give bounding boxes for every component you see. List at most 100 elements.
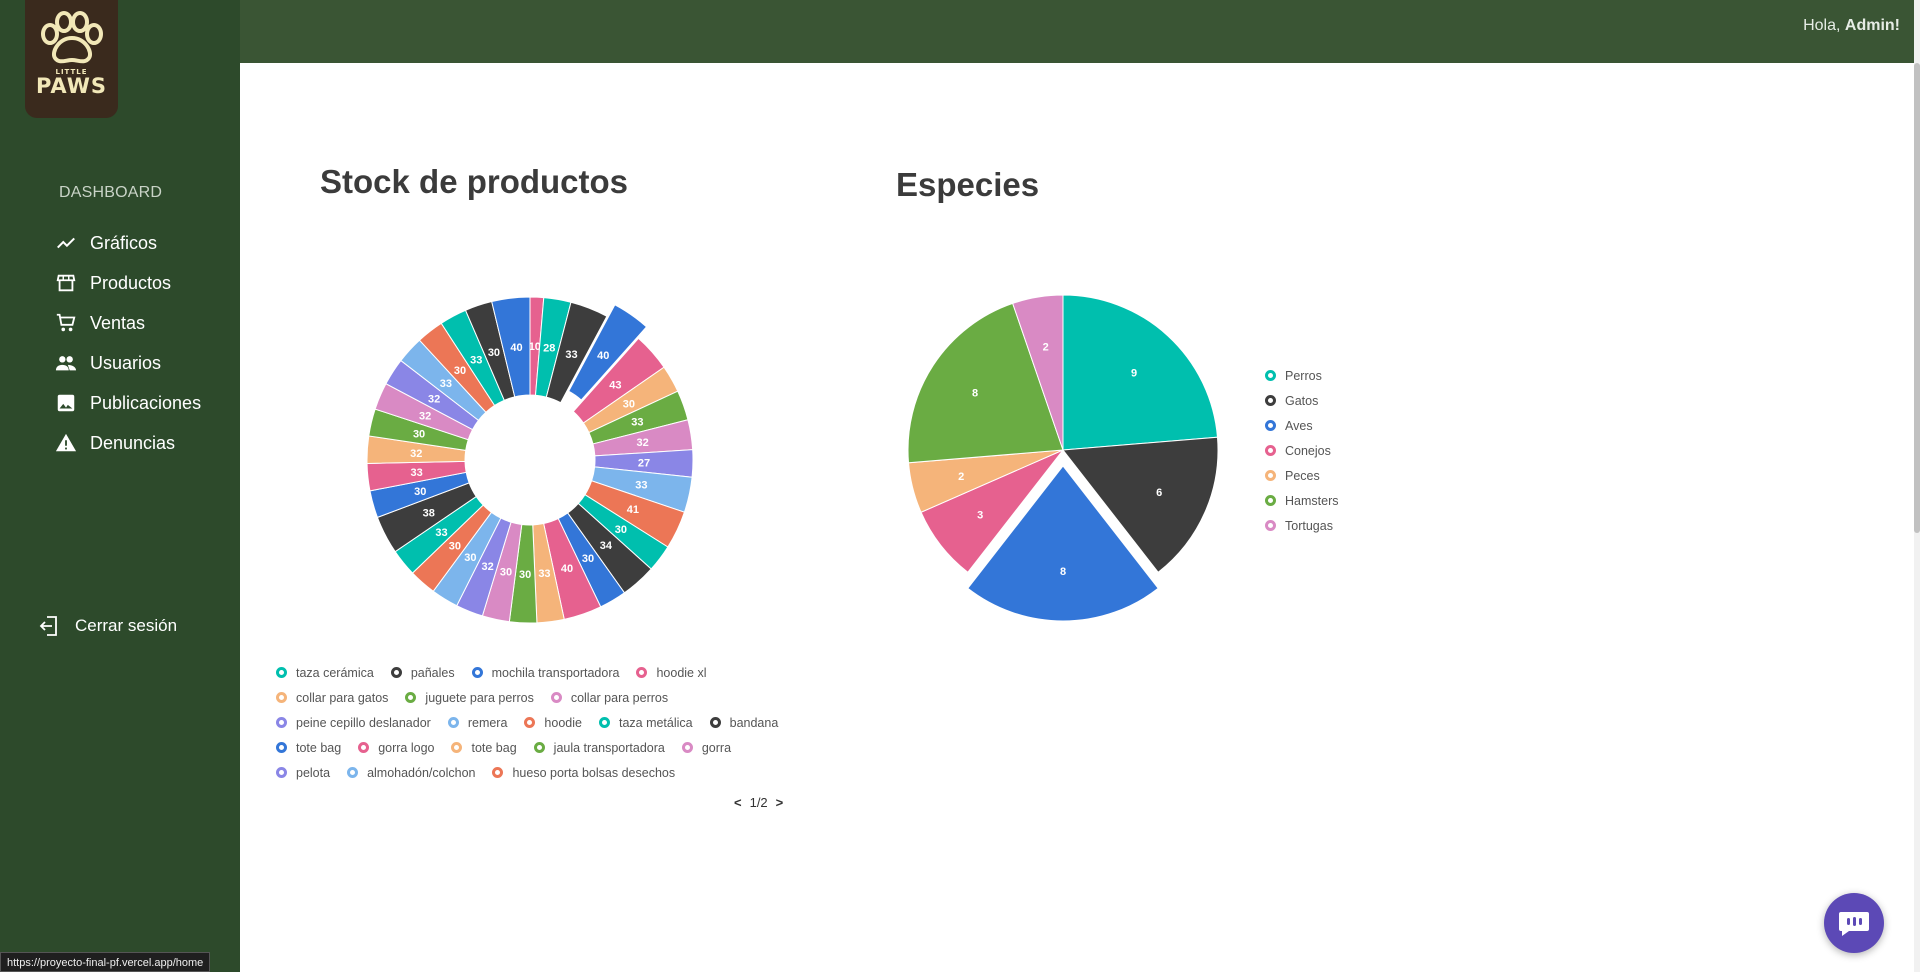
stock-legend-item[interactable]: taza metálica xyxy=(598,714,693,731)
legend-swatch-icon xyxy=(524,717,536,728)
sidebar-item-label: Gráficos xyxy=(90,232,158,253)
stock-legend-item[interactable]: hoodie xyxy=(524,714,582,731)
stock-legend: taza cerámica pañales mochila transportado… xyxy=(276,664,816,781)
stock-legend-item[interactable]: juguete para perros xyxy=(405,689,534,706)
stock-legend-item[interactable]: jaula transportadora xyxy=(533,739,665,756)
stock-legend-item[interactable]: tote bag xyxy=(451,739,517,756)
stock-slice-label: 28 xyxy=(543,343,555,355)
stock-slice-label: 33 xyxy=(435,527,447,539)
stock-slice-label: 32 xyxy=(636,437,648,449)
sidebar-item-denuncias[interactable]: Denuncias xyxy=(54,423,201,463)
legend-label: Tortugas xyxy=(1285,518,1333,533)
stock-slice-label: 41 xyxy=(627,504,639,516)
legend-swatch-icon xyxy=(1265,370,1276,381)
legend-next-button[interactable]: > xyxy=(776,795,784,810)
paw-icon xyxy=(40,11,103,64)
logout-button[interactable]: Cerrar sesión xyxy=(37,614,177,638)
legend-label: Gatos xyxy=(1285,393,1319,408)
species-legend-item[interactable]: Peces xyxy=(1265,467,1338,484)
stock-legend-item[interactable]: gorra xyxy=(681,739,731,756)
species-slice-label: 2 xyxy=(1043,341,1049,353)
legend-swatch-icon xyxy=(347,767,359,778)
legend-label: pañales xyxy=(410,665,455,680)
legend-swatch-icon xyxy=(1265,495,1276,506)
sidebar-item-graficos[interactable]: Gráficos xyxy=(54,223,201,263)
legend-label: jaula transportadora xyxy=(553,740,665,755)
stock-slice-label: 40 xyxy=(510,342,522,354)
legend-prev-button[interactable]: < xyxy=(734,795,742,810)
legend-swatch-icon xyxy=(358,742,370,753)
species-legend-item[interactable]: Conejos xyxy=(1265,442,1338,459)
legend-swatch-icon xyxy=(550,692,562,703)
legend-label: Aves xyxy=(1285,418,1313,433)
legend-swatch-icon xyxy=(276,742,287,753)
dashboard-section-title: DASHBOARD xyxy=(59,184,163,201)
stock-chart-title: Stock de productos xyxy=(320,163,629,200)
little-paws-logo[interactable]: LITTLE PAWS xyxy=(25,0,118,118)
species-legend-item[interactable]: Tortugas xyxy=(1265,517,1338,534)
stock-legend-item[interactable]: bandana xyxy=(709,714,778,731)
stock-legend-item[interactable]: taza cerámica xyxy=(276,664,374,681)
stock-legend-item[interactable]: hueso porta bolsas desechos xyxy=(492,764,675,781)
species-legend-item[interactable]: Hamsters xyxy=(1265,492,1338,509)
people-icon xyxy=(54,351,78,375)
legend-label: Peces xyxy=(1285,468,1320,483)
scrollbar-thumb[interactable] xyxy=(1914,63,1920,533)
stock-slice-label: 33 xyxy=(411,467,423,479)
stock-slice-label: 30 xyxy=(500,566,512,578)
legend-label: collar para gatos xyxy=(296,690,389,705)
legend-label: Conejos xyxy=(1285,443,1331,458)
legend-pager: < 1/2 > xyxy=(734,795,783,810)
sidebar-item-ventas[interactable]: Ventas xyxy=(54,303,201,343)
stock-legend-item[interactable]: tote bag xyxy=(276,739,341,756)
status-bar-url: https://proyecto-final-pf.vercel.app/hom… xyxy=(0,952,211,972)
chat-icon xyxy=(1839,912,1869,936)
species-legend-item[interactable]: Perros xyxy=(1265,367,1338,384)
stock-legend-item[interactable]: collar para perros xyxy=(550,689,669,706)
sidebar-item-usuarios[interactable]: Usuarios xyxy=(54,343,201,383)
legend-swatch-icon xyxy=(1265,420,1276,431)
stock-legend-item[interactable]: collar para gatos xyxy=(276,689,388,706)
stock-legend-item[interactable]: peine cepillo deslanador xyxy=(276,714,431,731)
legend-label: almohadón/colchon xyxy=(367,765,476,780)
stock-slice-label: 34 xyxy=(600,540,613,552)
legend-label: juguete para perros xyxy=(425,690,534,705)
stock-slice-label: 32 xyxy=(428,393,440,405)
legend-swatch-icon xyxy=(1265,520,1276,531)
image-icon xyxy=(54,391,78,415)
stock-slice-label: 30 xyxy=(454,365,466,377)
shopping-cart-icon xyxy=(54,311,78,335)
stock-slice-label: 40 xyxy=(561,563,573,575)
sidebar-item-productos[interactable]: Productos xyxy=(54,263,201,303)
stock-legend-item[interactable]: mochila transportadora xyxy=(471,664,619,681)
legend-swatch-icon xyxy=(636,667,648,678)
stock-slice-label: 30 xyxy=(414,486,426,498)
legend-swatch-icon xyxy=(492,767,504,778)
stock-legend-item[interactable]: almohadón/colchon xyxy=(347,764,475,781)
stock-legend-item[interactable]: pelota xyxy=(276,764,330,781)
species-legend-item[interactable]: Aves xyxy=(1265,417,1338,434)
greeting-prefix: Hola, xyxy=(1803,17,1845,34)
legend-label: pelota xyxy=(296,765,331,780)
stock-slice-label: 30 xyxy=(464,552,476,564)
stock-legend-item[interactable]: hoodie xl xyxy=(636,664,707,681)
stock-slice-label: 32 xyxy=(419,410,431,422)
species-slice-label: 2 xyxy=(958,471,964,483)
stock-slice-label: 33 xyxy=(635,479,647,491)
stock-legend-item[interactable]: pañales xyxy=(390,664,455,681)
legend-swatch-icon xyxy=(451,742,463,753)
stock-legend-item[interactable]: gorra logo xyxy=(358,739,434,756)
chat-button[interactable] xyxy=(1824,893,1884,953)
legend-swatch-icon xyxy=(598,717,610,728)
stock-slice-label: 43 xyxy=(609,379,621,391)
legend-swatch-icon xyxy=(681,742,693,753)
species-legend-item[interactable]: Gatos xyxy=(1265,392,1338,409)
species-slice-label: 6 xyxy=(1156,487,1162,499)
species-slice[interactable] xyxy=(1062,294,1219,451)
sidebar-item-publicaciones[interactable]: Publicaciones xyxy=(54,383,201,423)
sidebar: LITTLE PAWS DASHBOARD Gráficos Productos… xyxy=(0,0,240,972)
legend-label: collar para perros xyxy=(570,690,669,705)
legend-swatch-icon xyxy=(447,717,459,728)
legend-swatch-icon xyxy=(1265,445,1276,456)
stock-legend-item[interactable]: remera xyxy=(447,714,507,731)
